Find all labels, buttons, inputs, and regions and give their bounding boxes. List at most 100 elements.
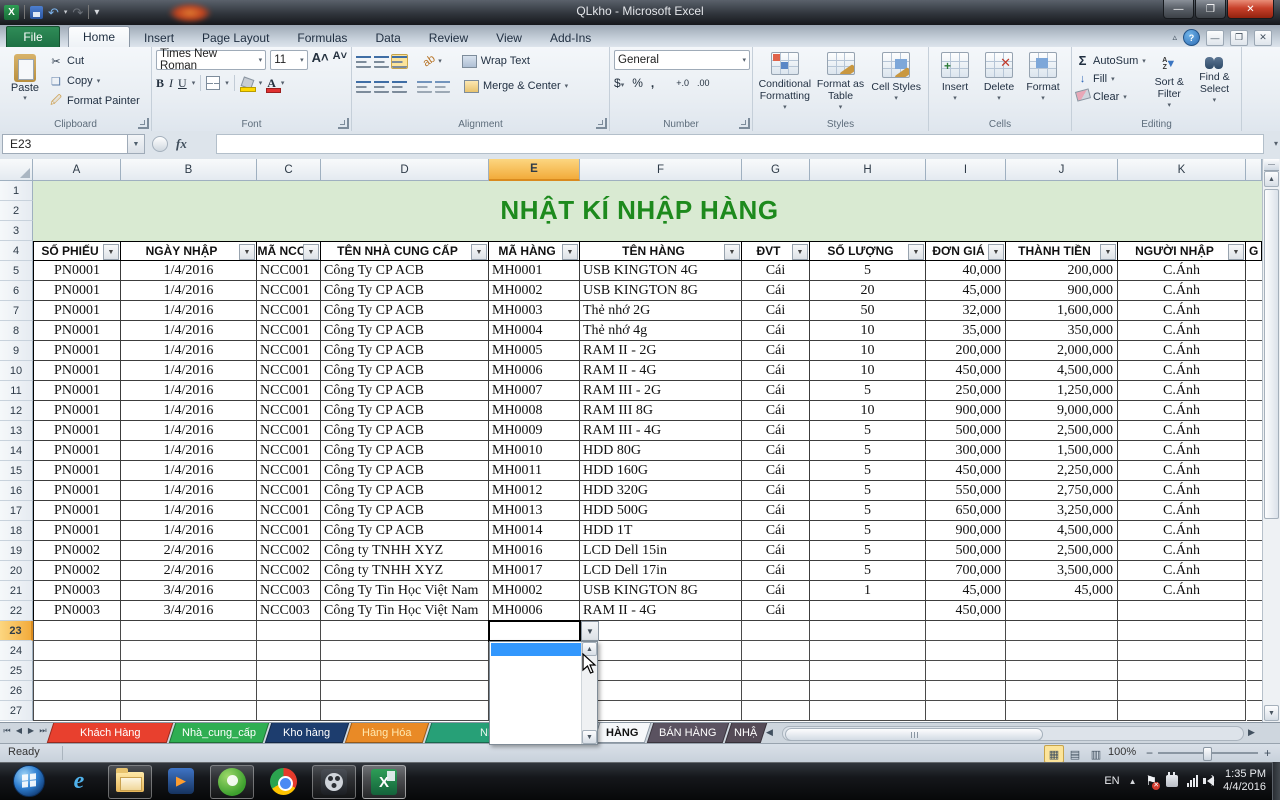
vertical-scrollbar-thumb[interactable] bbox=[1264, 189, 1279, 519]
cell-r16-cJ[interactable]: 2,750,000 bbox=[1006, 481, 1118, 501]
number-format-combo[interactable]: General ▾ bbox=[614, 50, 750, 70]
row-header-5[interactable]: 5 bbox=[0, 261, 33, 281]
filter-dropdown-icon[interactable]: ▼ bbox=[792, 244, 808, 260]
table-header-9[interactable]: THÀNH TIỀN ▼ bbox=[1006, 241, 1118, 261]
cell-r6-cG[interactable]: Cái bbox=[742, 281, 810, 301]
cell-r11-cI[interactable]: 250,000 bbox=[926, 381, 1006, 401]
insert-function-icon[interactable]: fx bbox=[176, 136, 187, 152]
taskbar-media-classic[interactable] bbox=[312, 765, 356, 799]
cell-r10-cJ[interactable]: 4,500,000 bbox=[1006, 361, 1118, 381]
cell-r21-cF[interactable]: USB KINGTON 8G bbox=[580, 581, 742, 601]
cell-r8-cA[interactable]: PN0001 bbox=[33, 321, 121, 341]
cell-r21-cG[interactable]: Cái bbox=[742, 581, 810, 601]
cell-r6-cA[interactable]: PN0001 bbox=[33, 281, 121, 301]
normal-view-icon[interactable]: ▦ bbox=[1044, 745, 1064, 763]
table-header-8[interactable]: ĐƠN GIÁ ▼ bbox=[926, 241, 1006, 261]
clipboard-dialog-launcher[interactable] bbox=[138, 118, 149, 129]
cell-r7-cI[interactable]: 32,000 bbox=[926, 301, 1006, 321]
workbook-restore-icon[interactable]: ❐ bbox=[1230, 29, 1248, 46]
cell-r15-cA[interactable]: PN0001 bbox=[33, 461, 121, 481]
merge-center-button[interactable]: Merge & Center ▾ bbox=[464, 77, 568, 95]
ribbon-tab-home[interactable]: Home bbox=[68, 26, 131, 47]
cell-r6-cF[interactable]: USB KINGTON 8G bbox=[580, 281, 742, 301]
cell-r11-cF[interactable]: RAM III - 2G bbox=[580, 381, 742, 401]
cell-r9-cK[interactable]: C.Ánh bbox=[1118, 341, 1246, 361]
cell-r7-cA[interactable]: PN0001 bbox=[33, 301, 121, 321]
cell-r22-cK[interactable] bbox=[1118, 601, 1246, 621]
cell-r25-cA[interactable] bbox=[33, 661, 121, 681]
cell-r21-cA[interactable]: PN0003 bbox=[33, 581, 121, 601]
cell-r15-cB[interactable]: 1/4/2016 bbox=[121, 461, 257, 481]
clear-button[interactable]: Clear ▾ bbox=[1074, 88, 1147, 105]
filter-dropdown-icon[interactable]: ▼ bbox=[724, 244, 740, 260]
cell-r14-cK[interactable]: C.Ánh bbox=[1118, 441, 1246, 461]
row-header-12[interactable]: 12 bbox=[0, 401, 33, 421]
ribbon-tab-formulas[interactable]: Formulas bbox=[283, 28, 361, 47]
cell-r17-cF[interactable]: HDD 500G bbox=[580, 501, 742, 521]
cell-r17-cD[interactable]: Công Ty CP ACB bbox=[321, 501, 489, 521]
cell-r22-cB[interactable]: 3/4/2016 bbox=[121, 601, 257, 621]
cell-r15-cJ[interactable]: 2,250,000 bbox=[1006, 461, 1118, 481]
cell-r23-cH[interactable] bbox=[810, 621, 926, 641]
dropdown-scroll-down-icon[interactable]: ▼ bbox=[582, 730, 597, 744]
cell-r27-cF[interactable] bbox=[580, 701, 742, 721]
align-right-icon[interactable] bbox=[392, 79, 407, 93]
cell-r10-cG[interactable]: Cái bbox=[742, 361, 810, 381]
align-bottom-icon[interactable] bbox=[391, 53, 408, 69]
cell-r15-cC[interactable]: NCC001 bbox=[257, 461, 321, 481]
cell-r11-cD[interactable]: Công Ty CP ACB bbox=[321, 381, 489, 401]
sheet-tab-khách-hàng[interactable]: Khách Hàng bbox=[46, 723, 174, 743]
insert-cells-button[interactable]: + Insert ▾ bbox=[933, 50, 977, 114]
font-color-icon[interactable]: A bbox=[266, 77, 281, 93]
horizontal-scrollbar-thumb[interactable] bbox=[785, 728, 1043, 741]
cell-r23-cI[interactable] bbox=[926, 621, 1006, 641]
cell-r20-cG[interactable]: Cái bbox=[742, 561, 810, 581]
bold-button[interactable]: B bbox=[156, 76, 164, 91]
cell-r27-cC[interactable] bbox=[257, 701, 321, 721]
filter-dropdown-icon[interactable]: ▼ bbox=[908, 244, 924, 260]
decrease-decimal-icon[interactable]: .00 bbox=[697, 78, 710, 88]
language-indicator[interactable]: EN bbox=[1104, 775, 1119, 787]
cell-r19-cE[interactable]: MH0016 bbox=[489, 541, 580, 561]
filter-dropdown-icon[interactable]: ▼ bbox=[1228, 244, 1244, 260]
table-header-1[interactable]: NGÀY NHẬP ▼ bbox=[121, 241, 257, 261]
cell-r18-cA[interactable]: PN0001 bbox=[33, 521, 121, 541]
zoom-slider-thumb[interactable] bbox=[1203, 747, 1212, 761]
show-desktop-button[interactable] bbox=[1272, 762, 1280, 800]
cell-r10-cD[interactable]: Công Ty CP ACB bbox=[321, 361, 489, 381]
volume-icon[interactable] bbox=[1203, 774, 1215, 786]
help-icon[interactable]: ? bbox=[1183, 29, 1200, 46]
cell-r8-cC[interactable]: NCC001 bbox=[257, 321, 321, 341]
ribbon-tab-page-layout[interactable]: Page Layout bbox=[188, 28, 283, 47]
cell-r17-cG[interactable]: Cái bbox=[742, 501, 810, 521]
cell-r17-cH[interactable]: 5 bbox=[810, 501, 926, 521]
cell-r10-cF[interactable]: RAM II - 4G bbox=[580, 361, 742, 381]
row-header-22[interactable]: 22 bbox=[0, 601, 33, 621]
number-dialog-launcher[interactable] bbox=[739, 118, 750, 129]
cell-r24-cJ[interactable] bbox=[1006, 641, 1118, 661]
cell-r25-cH[interactable] bbox=[810, 661, 926, 681]
cell-r24-cK[interactable] bbox=[1118, 641, 1246, 661]
formula-bar-expand-icon[interactable]: ▾ bbox=[1274, 139, 1278, 148]
cell-r25-cB[interactable] bbox=[121, 661, 257, 681]
column-header-E[interactable]: E bbox=[489, 159, 580, 181]
cell-r26-cG[interactable] bbox=[742, 681, 810, 701]
cell-r21-cJ[interactable]: 45,000 bbox=[1006, 581, 1118, 601]
taskbar-internet-explorer[interactable]: e bbox=[58, 765, 100, 797]
cell-r5-cA[interactable]: PN0001 bbox=[33, 261, 121, 281]
cell-r22-cH[interactable] bbox=[810, 601, 926, 621]
filter-dropdown-icon[interactable]: ▼ bbox=[988, 244, 1004, 260]
cell-r6-cJ[interactable]: 900,000 bbox=[1006, 281, 1118, 301]
cell-r16-cB[interactable]: 1/4/2016 bbox=[121, 481, 257, 501]
cell-r20-cA[interactable]: PN0002 bbox=[33, 561, 121, 581]
sheet-tab-bán-hàng[interactable]: BÁN HÀNG bbox=[646, 723, 730, 743]
ribbon-tab-add-ins[interactable]: Add-Ins bbox=[536, 28, 605, 47]
cell-r15-cI[interactable]: 450,000 bbox=[926, 461, 1006, 481]
cell-r6-cI[interactable]: 45,000 bbox=[926, 281, 1006, 301]
column-header-G[interactable]: G bbox=[742, 159, 810, 181]
cell-r17-cI[interactable]: 650,000 bbox=[926, 501, 1006, 521]
cell-r18-cJ[interactable]: 4,500,000 bbox=[1006, 521, 1118, 541]
validation-dropdown-icon[interactable]: ▼ bbox=[581, 621, 599, 641]
cell-r22-cE[interactable]: MH0006 bbox=[489, 601, 580, 621]
wrap-text-button[interactable]: Wrap Text bbox=[461, 52, 530, 70]
